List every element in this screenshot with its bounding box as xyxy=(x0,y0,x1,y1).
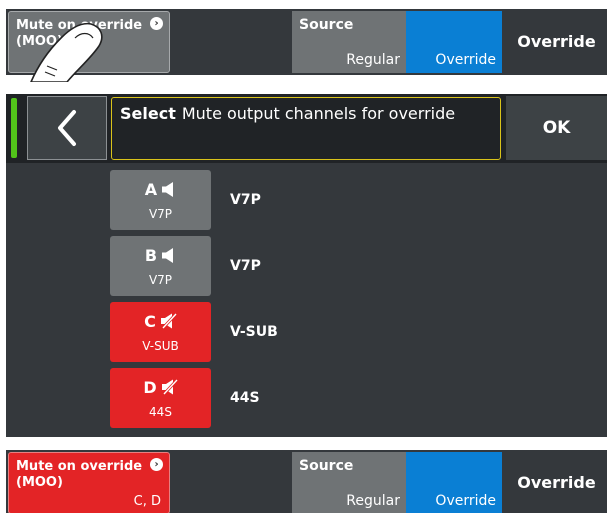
moo-button[interactable]: Mute on override (MOO) › xyxy=(8,11,170,82)
source-regular-option[interactable]: Source Regular xyxy=(292,452,406,513)
source-regular-label: Regular xyxy=(346,493,400,509)
source-override-option[interactable]: Override xyxy=(406,452,502,513)
speaker-icon xyxy=(162,181,174,197)
ok-button[interactable]: OK xyxy=(506,96,607,160)
channel-name: V-SUB xyxy=(230,324,278,340)
selection-prompt: Select Mute output channels for override xyxy=(111,97,501,160)
source-override-label: Override xyxy=(435,493,496,509)
prompt-text: Mute output channels for override xyxy=(181,104,456,123)
moo-button-label: Mute on override (MOO) xyxy=(16,459,143,490)
moo-button[interactable]: Mute on override (MOO) C, D › xyxy=(8,452,170,513)
top-status-strip: Mute on override (MOO) › Source Regular … xyxy=(6,9,607,82)
channel-d-button[interactable]: D 44S xyxy=(110,368,211,428)
channel-name: 44S xyxy=(230,390,260,406)
status-indicator xyxy=(11,98,17,158)
speaker-muted-icon xyxy=(161,379,178,395)
channel-letter: A xyxy=(144,179,158,199)
channel-type: V-SUB xyxy=(142,339,179,353)
source-override-option[interactable]: Override xyxy=(406,11,502,73)
moo-button-value: C, D xyxy=(133,494,161,509)
source-override-label: Override xyxy=(435,52,496,68)
channel-c-button[interactable]: C V-SUB xyxy=(110,302,211,362)
mute-channels-dialog: Select Mute output channels for override … xyxy=(6,94,607,437)
source-regular-option[interactable]: Source Regular xyxy=(292,11,406,73)
source-label: Source xyxy=(299,458,354,474)
channel-type: 44S xyxy=(149,405,172,419)
info-icon: › xyxy=(150,17,163,30)
info-icon: › xyxy=(150,458,163,471)
channel-letter: D xyxy=(143,377,157,397)
channel-letter: B xyxy=(144,245,158,265)
channel-b-button[interactable]: B V7P xyxy=(110,236,211,296)
channel-type: V7P xyxy=(148,207,173,221)
channel-type: V7P xyxy=(148,273,173,287)
speaker-icon xyxy=(162,247,174,263)
source-label: Source xyxy=(299,17,354,33)
chevron-left-icon xyxy=(58,110,76,146)
source-regular-label: Regular xyxy=(346,52,400,68)
source-value: Override xyxy=(517,473,596,492)
channel-a-button[interactable]: A V7P xyxy=(110,170,211,230)
speaker-muted-icon xyxy=(160,313,177,329)
dialog-header: Select Mute output channels for override … xyxy=(6,94,607,163)
channel-letter: C xyxy=(144,311,156,331)
back-button[interactable] xyxy=(27,96,107,160)
bottom-status-strip: Mute on override (MOO) C, D › Source Reg… xyxy=(6,450,607,513)
moo-button-label: Mute on override (MOO) xyxy=(16,18,143,49)
channel-name: V7P xyxy=(230,258,261,274)
source-value: Override xyxy=(517,32,596,51)
prompt-select-label: Select xyxy=(120,104,176,123)
channel-name: V7P xyxy=(230,192,261,208)
